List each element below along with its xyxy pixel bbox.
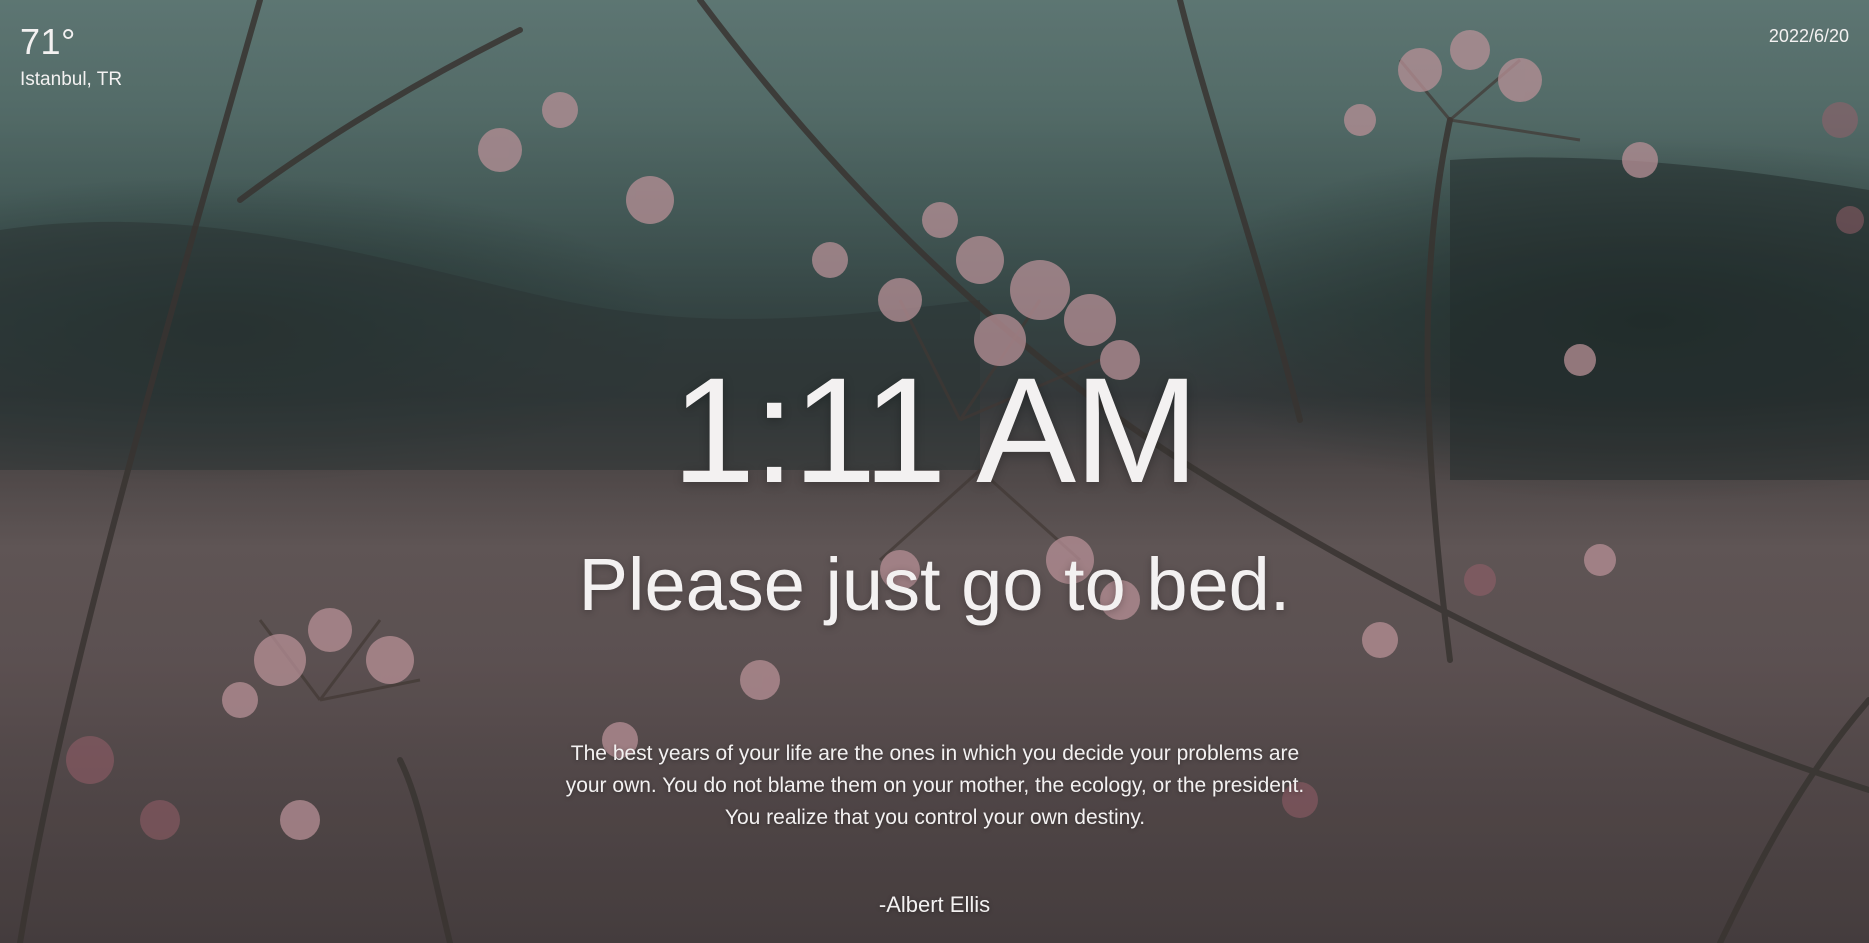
- location: Istanbul, TR: [20, 69, 123, 90]
- temperature: 71°: [20, 21, 76, 62]
- greeting-message: Please just go to bed.: [578, 543, 1291, 626]
- clock-time: 1:11 AM: [671, 346, 1199, 514]
- weather-widget[interactable]: 71° Istanbul, TR: [20, 22, 122, 92]
- quote-author: -Albert Ellis: [878, 892, 991, 917]
- new-tab-dashboard: 71° Istanbul, TR 2022/6/20 1:11 AM Pleas…: [0, 0, 1869, 943]
- date-display: 2022/6/20: [1768, 26, 1849, 46]
- quote-text: The best years of your life are the ones…: [565, 742, 1305, 829]
